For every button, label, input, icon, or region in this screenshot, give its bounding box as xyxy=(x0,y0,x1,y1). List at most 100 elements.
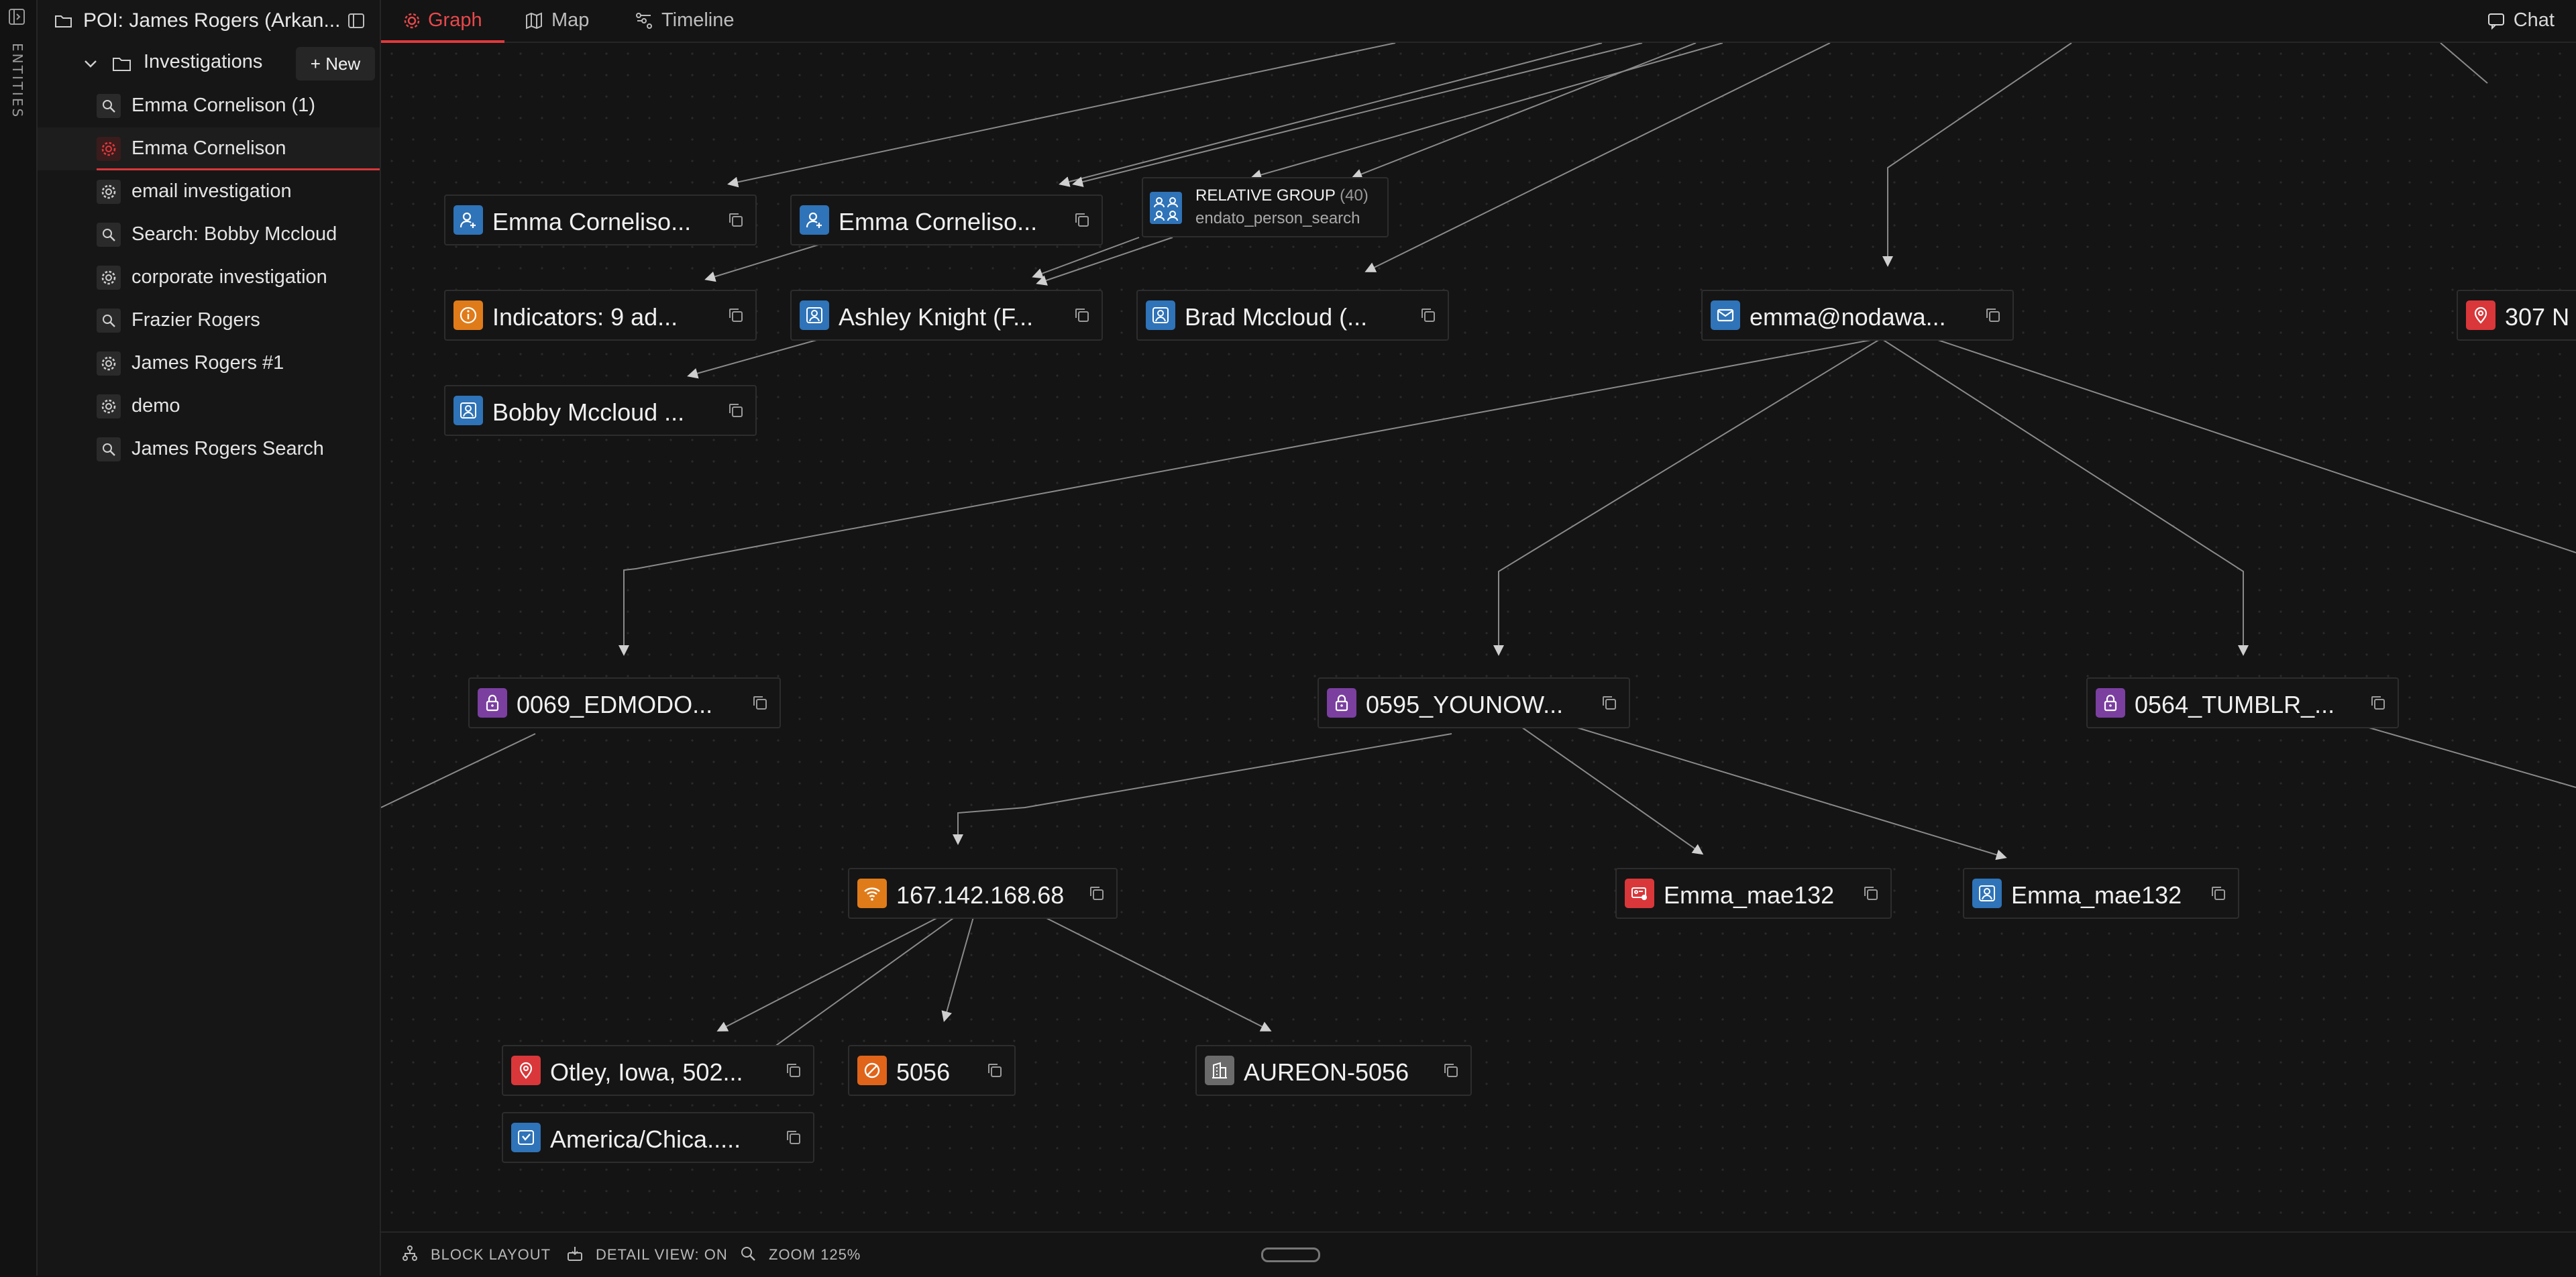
timeline-icon xyxy=(636,13,652,29)
no-symbol-icon xyxy=(857,1056,887,1085)
entity-node-username-1[interactable]: Emma_mae132 xyxy=(1615,868,1892,919)
mail-icon xyxy=(1711,300,1740,330)
copy-icon[interactable] xyxy=(727,211,745,229)
tab-graph[interactable]: Graph xyxy=(381,0,504,43)
sidebar-item-investigation[interactable]: email investigation xyxy=(38,170,380,213)
entity-node-bobby-mccloud[interactable]: Bobby Mccloud ... xyxy=(444,385,757,436)
copy-icon[interactable] xyxy=(1073,211,1091,229)
sidebar-item-label: James Rogers Search xyxy=(131,438,324,459)
person-icon xyxy=(1972,879,2002,908)
chevron-down-icon[interactable] xyxy=(80,54,101,74)
entity-node-5056[interactable]: 5056 xyxy=(848,1045,1016,1096)
person-icon xyxy=(800,300,829,330)
sidebar-item-label: corporate investigation xyxy=(131,266,327,288)
sidebar-item-investigation[interactable]: Frazier Rogers xyxy=(38,299,380,342)
sidebar-item-investigation[interactable]: corporate investigation xyxy=(38,256,380,299)
person-add-icon xyxy=(800,205,829,235)
entity-node-username-2[interactable]: Emma_mae132 xyxy=(1963,868,2239,919)
sidebar-item-label: email investigation xyxy=(131,180,292,202)
copy-icon[interactable] xyxy=(727,307,745,324)
node-label: Indicators: 9 ad... xyxy=(492,303,678,331)
collapse-sidebar-icon[interactable] xyxy=(346,11,366,31)
copy-icon[interactable] xyxy=(2210,885,2227,902)
sidebar-item-label: Emma Cornelison xyxy=(131,137,286,159)
entity-node-edmodo-breach[interactable]: 0069_EDMODO... xyxy=(468,677,781,728)
sidebar-item-investigation[interactable]: James Rogers Search xyxy=(38,428,380,471)
search-icon xyxy=(97,94,121,118)
copy-icon[interactable] xyxy=(1984,307,2002,324)
graph-edge xyxy=(1882,339,2249,656)
copy-icon[interactable] xyxy=(751,694,769,712)
entity-node-aureon-org[interactable]: AUREON-5056 xyxy=(1195,1045,1472,1096)
entity-node-brad-mccloud[interactable]: Brad Mccloud (... xyxy=(1136,290,1449,341)
copy-icon[interactable] xyxy=(986,1062,1004,1079)
relative-group-node[interactable]: RELATIVE GROUP (40) endato_person_search xyxy=(1142,177,1389,237)
entity-node-emma-cornelison-1[interactable]: Emma Corneliso... xyxy=(444,195,757,245)
graph-edge xyxy=(1882,43,2072,267)
poi-header: POI: James Rogers (Arkan... xyxy=(38,0,380,42)
sidebar-item-investigation[interactable]: demo xyxy=(38,385,380,428)
graph-canvas[interactable]: Emma Corneliso... Emma Corneliso... RELA… xyxy=(381,43,2576,1231)
entity-node-email[interactable]: emma@nodawa... xyxy=(1701,290,2014,341)
detail-view-toggle[interactable]: DETAIL VIEW: ON xyxy=(568,1246,728,1264)
node-label: 0595_YOUNOW... xyxy=(1366,691,1564,718)
gear-icon xyxy=(97,180,121,204)
drawer-handle[interactable] xyxy=(1261,1247,1320,1262)
node-label: Brad Mccloud (... xyxy=(1185,303,1368,331)
timezone-icon xyxy=(511,1123,541,1152)
graph-edge xyxy=(1072,43,1643,187)
investigation-list: Emma Cornelison (1) Emma Cornelison email … xyxy=(38,85,380,471)
entity-node-emma-cornelison-2[interactable]: Emma Corneliso... xyxy=(790,195,1103,245)
copy-icon[interactable] xyxy=(1601,694,1618,712)
building-icon xyxy=(1205,1056,1234,1085)
entity-node-indicators[interactable]: Indicators: 9 ad... xyxy=(444,290,757,341)
detail-view-icon xyxy=(568,1247,582,1261)
graph-edge xyxy=(2366,726,2576,788)
copy-icon[interactable] xyxy=(727,402,745,419)
entity-node-ip-address[interactable]: 167.142.168.68 xyxy=(848,868,1118,919)
search-icon xyxy=(97,437,121,461)
info-icon xyxy=(453,300,483,330)
sidebar-item-investigation[interactable]: James Rogers #1 xyxy=(38,342,380,385)
new-investigation-button[interactable]: + New xyxy=(296,47,375,80)
node-label: Otley, Iowa, 502... xyxy=(550,1058,743,1086)
copy-icon[interactable] xyxy=(2369,694,2387,712)
entity-node-tumblr-breach[interactable]: 0564_TUMBLR_... xyxy=(2086,677,2399,728)
sidebar-item-investigation[interactable]: Emma Cornelison (1) xyxy=(38,85,380,127)
entity-node-timezone[interactable]: America/Chica..... xyxy=(502,1112,814,1163)
sidebar-item-label: James Rogers #1 xyxy=(131,352,284,374)
copy-icon[interactable] xyxy=(785,1062,802,1079)
layout-toggle[interactable]: BLOCK LAYOUT xyxy=(402,1245,551,1264)
node-label: AUREON-5056 xyxy=(1244,1058,1409,1086)
copy-icon[interactable] xyxy=(1088,885,1106,902)
copy-icon[interactable] xyxy=(1442,1062,1460,1079)
graph-edge xyxy=(941,914,975,1022)
graph-edge xyxy=(1923,335,2576,553)
graph-edge xyxy=(1364,43,1831,272)
copy-icon[interactable] xyxy=(1073,307,1091,324)
tab-timeline[interactable]: Timeline xyxy=(635,0,749,42)
entity-node-younow-breach[interactable]: 0595_YOUNOW... xyxy=(1318,677,1630,728)
entity-node-ashley-knight[interactable]: Ashley Knight (F... xyxy=(790,290,1103,341)
zoom-indicator[interactable]: ZOOM 125% xyxy=(741,1246,861,1264)
copy-icon[interactable] xyxy=(785,1129,802,1146)
entity-node-307-address[interactable]: 307 N xyxy=(2457,290,2576,341)
sidebar-item-investigation[interactable]: Search: Bobby Mccloud xyxy=(38,213,380,256)
entity-node-otley-location[interactable]: Otley, Iowa, 502... xyxy=(502,1045,814,1096)
chat-icon xyxy=(2487,13,2504,30)
panel-toggle-icon[interactable] xyxy=(7,7,27,27)
person-icon xyxy=(1146,300,1175,330)
gear-icon xyxy=(97,266,121,290)
tab-map[interactable]: Map xyxy=(525,0,605,42)
sidebar-item-investigation[interactable]: Emma Cornelison xyxy=(38,127,380,170)
person-icon xyxy=(453,396,483,425)
entities-tab[interactable]: ENTITIES xyxy=(9,43,25,119)
poi-title[interactable]: POI: James Rogers (Arkan... xyxy=(83,9,340,32)
chat-button[interactable]: Chat xyxy=(2487,9,2555,32)
group-title: RELATIVE GROUP (40) xyxy=(1195,186,1368,205)
zoom-search-icon xyxy=(741,1247,755,1261)
graph-edge xyxy=(727,43,1396,188)
node-label: 0069_EDMODO... xyxy=(517,691,713,718)
copy-icon[interactable] xyxy=(1862,885,1880,902)
copy-icon[interactable] xyxy=(1419,307,1437,324)
